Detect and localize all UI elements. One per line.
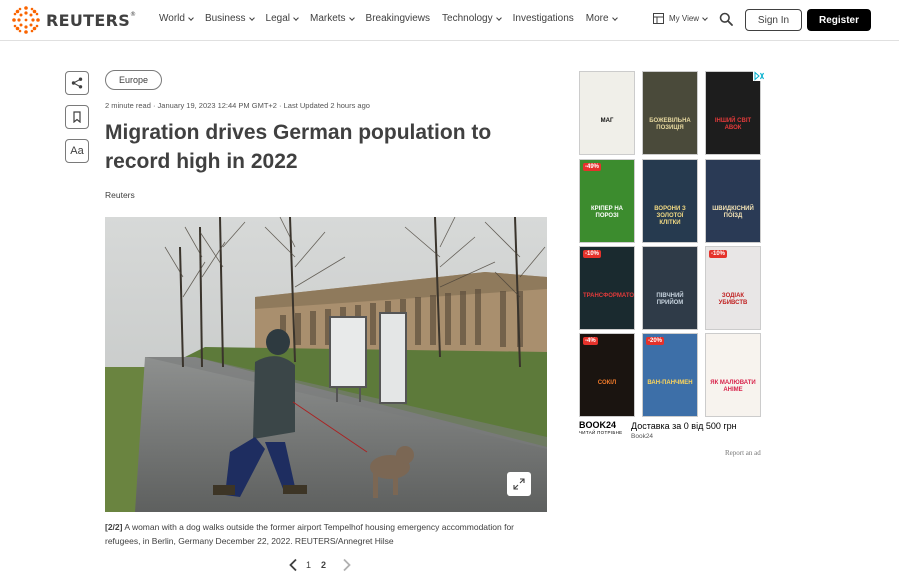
sign-in-button[interactable]: Sign In	[745, 9, 802, 31]
reuters-logo[interactable]: REUTERS®	[11, 5, 136, 35]
book-title: МАГ	[600, 118, 614, 124]
share-icon	[71, 77, 83, 89]
book-title: ВОРОНИ З ЗОЛОТОЇ КЛІТКИ	[654, 206, 686, 226]
caption-index: [2/2]	[105, 522, 123, 532]
discount-badge: -49%	[583, 163, 602, 171]
chevron-left-icon[interactable]	[287, 558, 301, 572]
nav-investigations[interactable]: Investigations	[513, 13, 574, 24]
book-cover[interactable]: ВАН-ПАНЧМЕН -20%	[642, 333, 698, 417]
nav-label: Technology	[442, 13, 493, 24]
book-title: ІНШИЙ СВІТ АВОК	[714, 118, 752, 131]
book-cover[interactable]: ВОРОНИ З ЗОЛОТОЇ КЛІТКИ	[642, 159, 698, 243]
register-button[interactable]: Register	[807, 9, 871, 31]
chevron-down-icon	[188, 14, 194, 21]
book-grid: МАГ БОЖЕВІЛЬНА ПОЗИЦІЯ ІНШИЙ СВІТ АВОК КРІП…	[579, 71, 766, 418]
nav-label: Business	[204, 13, 246, 24]
nav-business[interactable]: Business	[204, 13, 255, 24]
book-cover[interactable]: ЗОДІАК УБИВСТВ -10%	[705, 246, 761, 330]
nav-breakingviews[interactable]: Breakingviews	[366, 13, 430, 24]
chevron-down-icon	[611, 14, 618, 21]
ad-advertiser: Book24	[631, 433, 654, 440]
pager-page-2[interactable]: 2	[321, 560, 326, 570]
photo-scene	[105, 217, 547, 512]
book-title: ЗОДІАК УБИВСТВ	[718, 293, 748, 306]
discount-badge: -4%	[583, 337, 598, 345]
chevron-right-icon[interactable]	[339, 558, 353, 572]
book24-logo: BOOK24 ЧИТАЙ ПОТРІБНЕ	[579, 420, 623, 435]
adchoices-icon[interactable]	[753, 71, 765, 81]
nav-label: More	[585, 13, 609, 24]
expand-image-button[interactable]	[507, 472, 531, 496]
discount-badge: -20%	[646, 337, 665, 345]
book-title: СОКІЛ	[597, 380, 617, 386]
nav-more[interactable]: More	[585, 13, 618, 24]
expand-icon	[513, 478, 525, 490]
book-cover[interactable]: ШВИДКІСНИЙ ПОЇЗД	[705, 159, 761, 243]
book-title: ВАН-ПАНЧМЕН	[647, 380, 693, 386]
grid-icon	[653, 13, 664, 24]
book-cover[interactable]: СОКІЛ -4%	[579, 333, 635, 417]
book-title: ЯК МАЛЮВАТИ АНІМЕ	[710, 380, 756, 393]
book-cover[interactable]: БОЖЕВІЛЬНА ПОЗИЦІЯ	[642, 71, 698, 155]
book-cover[interactable]: ТРАНСФОРМАТОР -10%	[579, 246, 635, 330]
ad-offer-text[interactable]: Доставка за 0 від 500 грн	[631, 421, 737, 431]
book-title: БОЖЕВІЛЬНА ПОЗИЦІЯ	[649, 118, 691, 131]
reuters-logo-icon	[12, 6, 40, 34]
discount-badge: -10%	[583, 250, 602, 258]
nav-label: Legal	[265, 13, 290, 24]
my-view-label: My View	[669, 14, 700, 23]
nav-label: Investigations	[512, 13, 574, 24]
chevron-down-icon	[702, 14, 708, 21]
search-icon[interactable]	[719, 12, 733, 26]
article-headline: Migration drives German population to re…	[105, 121, 492, 173]
book-title: ШВИДКІСНИЙ ПОЇЗД	[712, 206, 754, 219]
discount-badge: -10%	[709, 250, 728, 258]
book-cover[interactable]: ІНШИЙ СВІТ АВОК	[705, 71, 761, 155]
main-nav: World Business Legal Markets Breakingvie…	[159, 13, 629, 24]
site-header: REUTERS® World Business Legal Markets Br…	[0, 0, 899, 41]
chevron-down-icon	[495, 14, 502, 21]
article-photo[interactable]	[105, 217, 547, 512]
text-size-button[interactable]: Aa	[65, 139, 89, 163]
book-cover[interactable]: ЯК МАЛЮВАТИ АНІМЕ	[705, 333, 761, 417]
book24-advertisement[interactable]: МАГ БОЖЕВІЛЬНА ПОЗИЦІЯ ІНШИЙ СВІТ АВОК КРІП…	[579, 71, 766, 443]
book-title: ТРАНСФОРМАТОР	[583, 293, 635, 299]
book-title: ПІВЧНИЙ ПРИЙОМ	[656, 293, 684, 306]
chevron-down-icon	[293, 14, 299, 21]
pager-page-1[interactable]: 1	[306, 560, 311, 570]
book-cover[interactable]: ПІВЧНИЙ ПРИЙОМ	[642, 246, 698, 330]
section-tag[interactable]: Europe	[105, 70, 162, 90]
photo-pager: 1 2	[287, 558, 353, 572]
article-byline[interactable]: Reuters	[105, 190, 135, 200]
save-bookmark-button[interactable]	[65, 105, 89, 129]
caption-text: A woman with a dog walks outside the for…	[105, 522, 515, 546]
share-button[interactable]	[65, 71, 89, 95]
book-cover[interactable]: МАГ	[579, 71, 635, 155]
nav-label: World	[159, 13, 185, 24]
chevron-down-icon	[248, 14, 255, 21]
bookmark-icon	[73, 111, 81, 123]
chevron-down-icon	[348, 14, 355, 21]
logo-wordmark: REUTERS®	[46, 10, 137, 30]
book-cover[interactable]: КРІПЕР НА ПОРОЗІ -49%	[579, 159, 635, 243]
nav-markets[interactable]: Markets	[309, 13, 355, 24]
report-ad-link[interactable]: Report an ad	[725, 449, 761, 457]
my-view-button[interactable]: My View	[653, 13, 708, 24]
nav-label: Markets	[309, 13, 346, 24]
nav-technology[interactable]: Technology	[442, 13, 502, 24]
nav-world[interactable]: World	[159, 13, 194, 24]
photo-caption: [2/2] A woman with a dog walks outside t…	[105, 520, 525, 548]
nav-legal[interactable]: Legal	[265, 13, 299, 24]
nav-label: Breakingviews	[365, 13, 431, 24]
article-meta: 2 minute read · January 19, 2023 12:44 P…	[105, 101, 370, 110]
book-title: КРІПЕР НА ПОРОЗІ	[591, 206, 623, 219]
